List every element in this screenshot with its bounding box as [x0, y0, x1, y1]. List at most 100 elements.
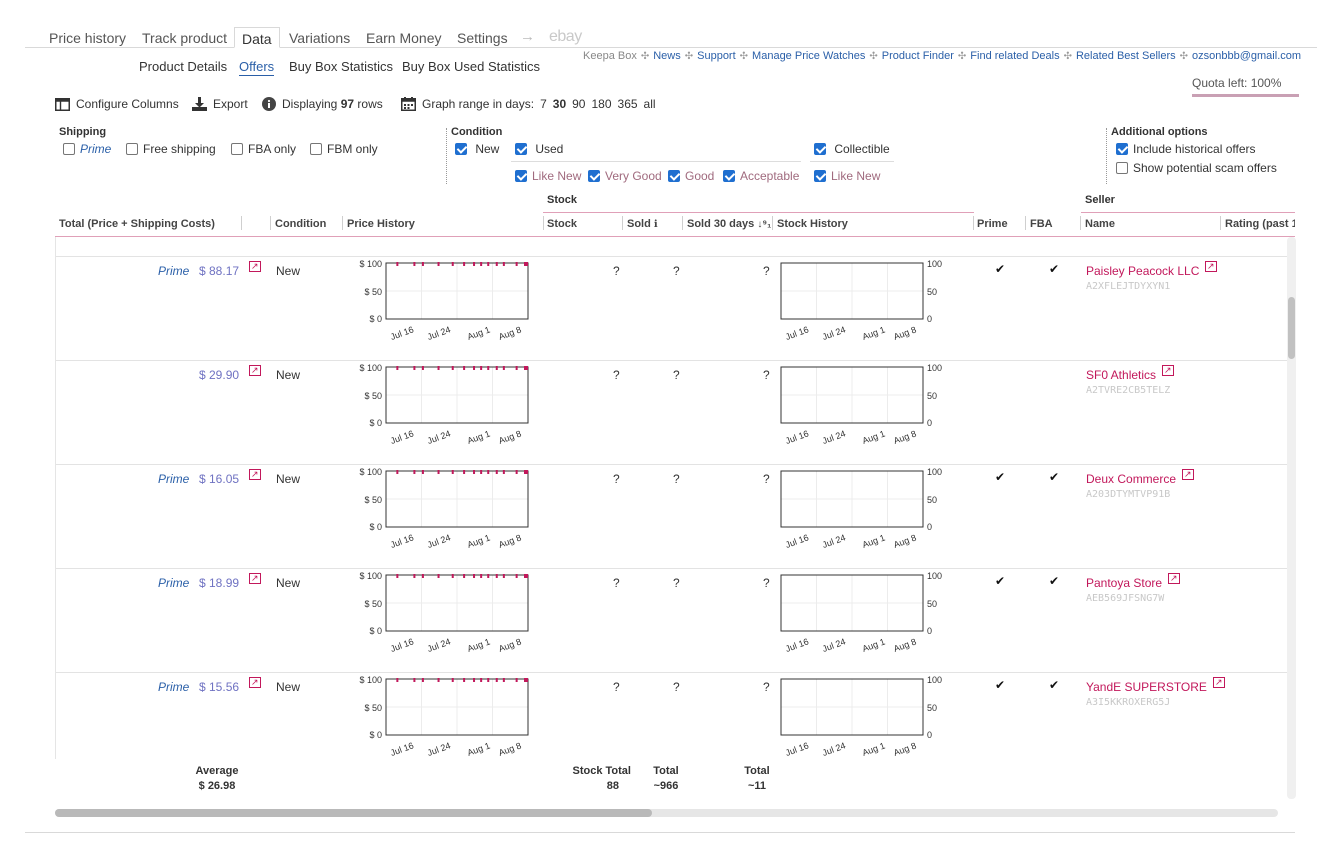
tab-data[interactable]: Data [234, 27, 280, 48]
filter-used[interactable]: Used [515, 142, 563, 156]
very-good-checkbox[interactable] [588, 170, 600, 182]
filter-fbm-only[interactable]: FBM only [310, 142, 378, 156]
table-row[interactable]: Prime $ 15.56 ↗ New $ 100 $ 50 $ 0 Jul 16 Jul 24… [56, 673, 1287, 759]
column-separator[interactable] [543, 216, 544, 230]
column-separator[interactable] [1080, 216, 1081, 230]
filter-prime[interactable]: Prime [63, 142, 111, 156]
table-row[interactable]: Prime $ 18.99 ↗ New $ 100 $ 50 $ 0 Jul 16 Jul 24… [56, 569, 1287, 673]
column-separator[interactable] [772, 216, 773, 230]
include-historical-checkbox[interactable] [1116, 143, 1128, 155]
free-shipping-checkbox[interactable] [126, 143, 138, 155]
column-separator[interactable] [270, 216, 271, 230]
seller-external-link-icon[interactable]: ↗ [1162, 365, 1174, 376]
column-separator[interactable] [1025, 216, 1026, 230]
filter-include-historical[interactable]: Include historical offers [1116, 142, 1256, 156]
external-link-icon[interactable]: ↗ [249, 365, 261, 376]
vertical-scrollbar[interactable] [1287, 237, 1296, 799]
collectible-like-new-checkbox[interactable] [814, 170, 826, 182]
used-checkbox[interactable] [515, 143, 527, 155]
column-header-condition[interactable]: Condition [275, 218, 326, 230]
find-related-deals-link[interactable]: Find related Deals [970, 50, 1059, 62]
filter-show-scam-offers[interactable]: Show potential scam offers [1116, 161, 1277, 175]
seller-name-link[interactable]: Deux Commerce [1086, 472, 1176, 486]
used-like-new-checkbox[interactable] [515, 170, 527, 182]
tab-price-history[interactable]: Price history [47, 30, 128, 46]
seller-name-link[interactable]: Paisley Peacock LLC [1086, 264, 1199, 278]
filter-used-like-new[interactable]: Like New [515, 169, 581, 183]
offers-grid[interactable]: Prime $ 88.17 ↗ New $ 100 $ 50 $ 0 Jul 16 Jul 24… [55, 237, 1287, 759]
export-button[interactable]: Export [192, 97, 248, 111]
column-header-total[interactable]: Total (Price + Shipping Costs) [59, 218, 215, 230]
tab-track-product[interactable]: Track product [140, 30, 229, 46]
external-link-icon[interactable]: ↗ [249, 261, 261, 272]
external-link-icon[interactable]: ↗ [249, 677, 261, 688]
tab-earn-money[interactable]: Earn Money [364, 30, 443, 46]
info-icon[interactable]: ℹ [654, 219, 658, 230]
acceptable-checkbox[interactable] [723, 170, 735, 182]
collectible-checkbox[interactable] [814, 143, 826, 155]
tab-variations[interactable]: Variations [287, 30, 352, 46]
column-header-rating[interactable]: Rating (past 1 [1225, 218, 1295, 230]
filter-fba-only[interactable]: FBA only [231, 142, 296, 156]
seller-name-link[interactable]: Pantoya Store [1086, 576, 1162, 590]
support-link[interactable]: Support [697, 50, 736, 62]
column-header-sold[interactable]: Sold ℹ [627, 218, 658, 230]
range-7-days[interactable]: 7 [540, 97, 547, 111]
column-header-fba[interactable]: FBA [1030, 218, 1053, 230]
column-separator[interactable] [622, 216, 623, 230]
range-all[interactable]: all [644, 97, 656, 111]
seller-external-link-icon[interactable]: ↗ [1213, 677, 1225, 688]
range-180-days[interactable]: 180 [591, 97, 611, 111]
column-header-sold-30-days[interactable]: Sold 30 days ↓⁹₁ [687, 218, 771, 230]
fba-only-checkbox[interactable] [231, 143, 243, 155]
column-header-stock[interactable]: Stock [547, 218, 577, 230]
filter-new[interactable]: New [455, 142, 499, 156]
column-header-prime[interactable]: Prime [977, 218, 1008, 230]
column-separator[interactable] [682, 216, 683, 230]
subtab-buy-box-used-statistics[interactable]: Buy Box Used Statistics [402, 59, 540, 74]
filter-very-good[interactable]: Very Good [588, 169, 662, 183]
column-header-price-history[interactable]: Price History [347, 218, 415, 230]
new-checkbox[interactable] [455, 143, 467, 155]
product-finder-link[interactable]: Product Finder [882, 50, 954, 62]
column-header-stock-history[interactable]: Stock History [777, 218, 848, 230]
filter-free-shipping[interactable]: Free shipping [126, 142, 216, 156]
sort-descending-icon[interactable]: ↓⁹₁ [757, 219, 771, 230]
subtab-buy-box-statistics[interactable]: Buy Box Statistics [289, 59, 393, 74]
seller-external-link-icon[interactable]: ↗ [1168, 573, 1180, 584]
table-row[interactable]: Prime $ 16.05 ↗ New $ 100 $ 50 $ 0 Jul 16 Jul 24… [56, 465, 1287, 569]
seller-name-link[interactable]: YandE SUPERSTORE [1086, 680, 1207, 694]
vertical-scrollbar-thumb[interactable] [1288, 297, 1295, 359]
prime-checkbox[interactable] [63, 143, 75, 155]
configure-columns-button[interactable]: Configure Columns [55, 97, 179, 111]
range-30-days[interactable]: 30 [553, 97, 566, 111]
column-separator[interactable] [241, 216, 242, 230]
filter-good[interactable]: Good [668, 169, 714, 183]
seller-external-link-icon[interactable]: ↗ [1205, 261, 1217, 272]
seller-external-link-icon[interactable]: ↗ [1182, 469, 1194, 480]
table-row[interactable]: $ 29.90 ↗ New $ 100 $ 50 $ 0 Jul 16 Jul 24 Aug 1… [56, 361, 1287, 465]
range-90-days[interactable]: 90 [572, 97, 585, 111]
column-header-name[interactable]: Name [1085, 218, 1115, 230]
seller-name-link[interactable]: SF0 Athletics [1086, 368, 1156, 382]
filter-collectible-like-new[interactable]: Like New [814, 169, 880, 183]
fbm-only-checkbox[interactable] [310, 143, 322, 155]
related-best-sellers-link[interactable]: Related Best Sellers [1076, 50, 1176, 62]
horizontal-scrollbar-thumb[interactable] [55, 809, 652, 817]
keepa-box-link[interactable]: Keepa Box [583, 50, 637, 62]
horizontal-scrollbar[interactable] [55, 809, 1278, 817]
table-row[interactable]: Prime $ 88.17 ↗ New $ 100 $ 50 $ 0 Jul 16 Jul 24… [56, 257, 1287, 361]
manage-price-watches-link[interactable]: Manage Price Watches [752, 50, 865, 62]
filter-acceptable[interactable]: Acceptable [723, 169, 799, 183]
filter-collectible[interactable]: Collectible [814, 142, 890, 156]
subtab-product-details[interactable]: Product Details [139, 59, 227, 74]
account-email-link[interactable]: ozsonbbb@gmail.com [1192, 50, 1301, 62]
external-link-icon[interactable]: ↗ [249, 469, 261, 480]
subtab-offers[interactable]: Offers [239, 59, 275, 76]
news-link[interactable]: News [653, 50, 681, 62]
good-checkbox[interactable] [668, 170, 680, 182]
column-separator[interactable] [1220, 216, 1221, 230]
show-scam-offers-checkbox[interactable] [1116, 162, 1128, 174]
external-link-icon[interactable]: ↗ [249, 573, 261, 584]
range-365-days[interactable]: 365 [618, 97, 638, 111]
